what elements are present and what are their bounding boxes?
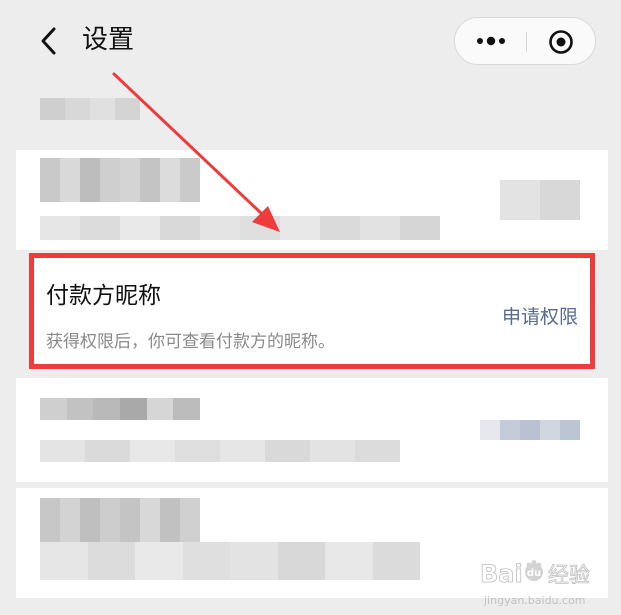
target-close-icon[interactable] <box>548 29 574 55</box>
blurred-setting-action[interactable] <box>500 180 580 220</box>
svg-text:Bai: Bai <box>480 560 523 588</box>
blurred-setting-title <box>40 398 201 420</box>
blurred-setting-desc <box>40 440 400 462</box>
svg-text:jingyan.baidu.com: jingyan.baidu.com <box>483 594 586 607</box>
request-permission-button[interactable]: 申请权限 <box>502 304 578 330</box>
blurred-setting-desc <box>40 216 440 240</box>
baidu-jingyan-watermark-logo: Bai du 经验 jingyan.baidu.com <box>480 560 591 607</box>
blurred-setting-action[interactable] <box>480 420 580 440</box>
blurred-setting-desc <box>40 542 420 580</box>
blurred-setting-title <box>40 498 200 542</box>
more-dots-icon[interactable] <box>471 28 511 54</box>
page-title: 设置 <box>82 25 135 55</box>
mini-program-capsule <box>454 17 596 65</box>
blurred-setting-title <box>40 158 200 202</box>
chevron-left-icon[interactable] <box>34 24 64 58</box>
setting-description: 获得权限后，你可查看付款方的昵称。 <box>46 332 335 352</box>
nav-bar: 设置 <box>0 0 621 82</box>
capsule-divider <box>526 32 527 52</box>
svg-text:du: du <box>527 568 541 579</box>
payer-nickname-setting: 付款方昵称 获得权限后，你可查看付款方的昵称。 申请权限 <box>29 253 595 369</box>
svg-text:经验: 经验 <box>548 563 590 587</box>
blurred-section-header <box>40 98 140 120</box>
setting-title: 付款方昵称 <box>46 283 161 309</box>
